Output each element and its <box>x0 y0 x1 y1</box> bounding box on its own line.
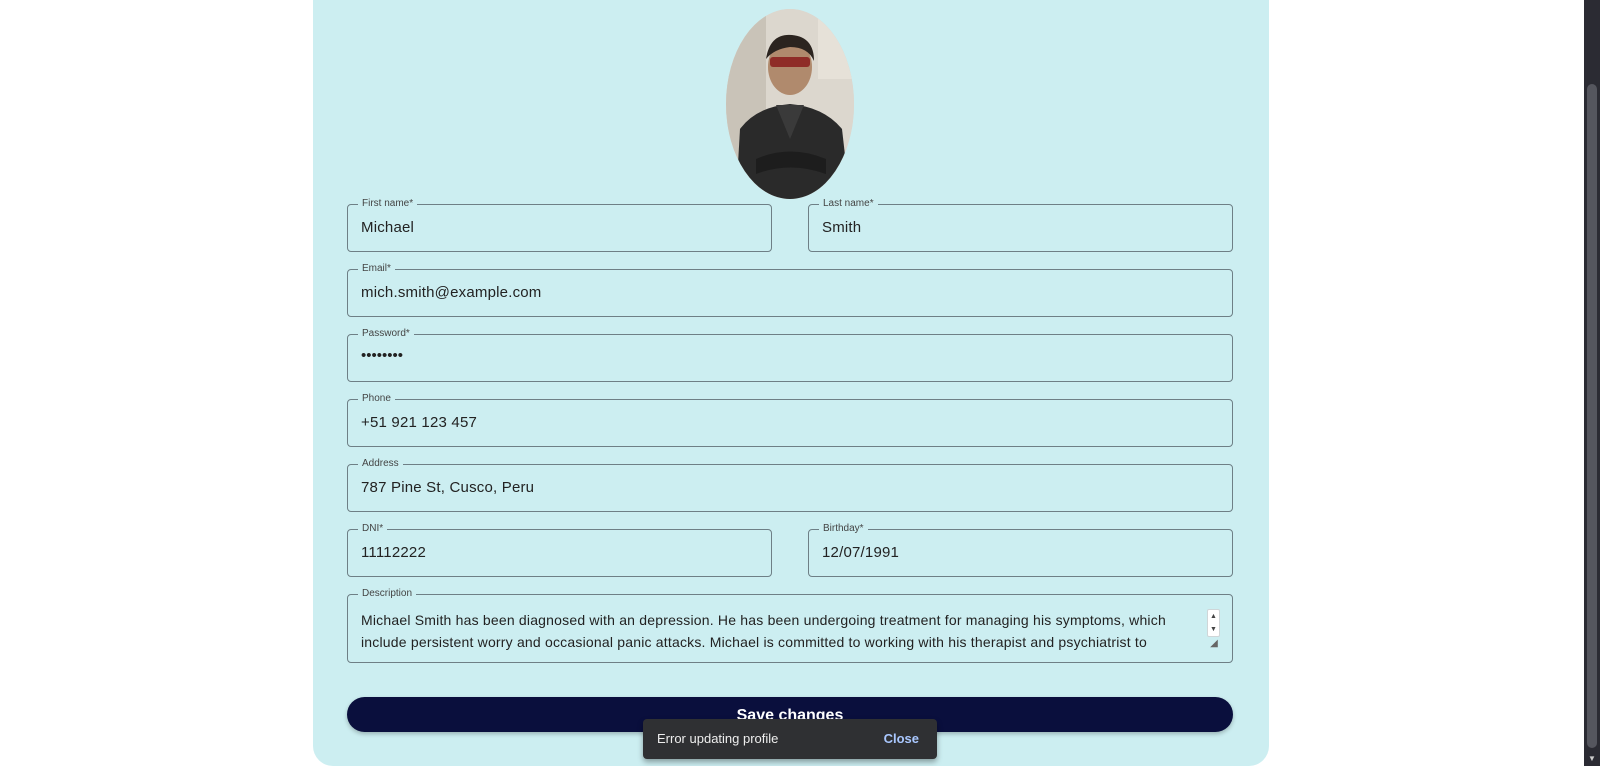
error-snackbar: Error updating profile Close <box>643 719 937 759</box>
profile-avatar[interactable] <box>726 9 854 199</box>
address-field[interactable]: Address 787 Pine St, Cusco, Peru <box>347 458 1233 512</box>
phone-field[interactable]: Phone +51 921 123 457 <box>347 393 1233 447</box>
last-name-value[interactable]: Smith <box>822 219 861 236</box>
password-field[interactable]: Password* •••••••• <box>347 328 1233 382</box>
address-label: Address <box>358 458 403 470</box>
password-label: Password* <box>358 328 414 340</box>
birthday-label: Birthday* <box>819 523 868 535</box>
dni-field[interactable]: DNI* 11112222 <box>347 523 772 577</box>
scrollbar-thumb[interactable] <box>1587 84 1597 748</box>
password-value[interactable]: •••••••• <box>361 347 403 364</box>
dni-label: DNI* <box>358 523 388 535</box>
description-label: Description <box>358 588 417 600</box>
snackbar-close-button[interactable]: Close <box>884 731 919 746</box>
email-label: Email* <box>358 263 395 275</box>
description-field[interactable]: Description Michael Smith has been diagn… <box>347 588 1233 663</box>
description-textarea[interactable]: Michael Smith has been diagnosed with an… <box>361 609 1202 653</box>
first-name-label: First name* <box>358 198 418 210</box>
first-name-value[interactable]: Michael <box>361 219 414 236</box>
resize-handle-icon[interactable]: ◢ <box>1208 638 1220 650</box>
scroll-down-arrow-icon[interactable]: ▼ <box>1587 754 1597 764</box>
address-value[interactable]: 787 Pine St, Cusco, Peru <box>361 479 534 496</box>
first-name-field[interactable]: First name* Michael <box>347 198 772 252</box>
dni-value[interactable]: 11112222 <box>361 544 426 561</box>
textarea-scroll-arrows[interactable]: ▲ ▼ <box>1207 609 1220 637</box>
email-field[interactable]: Email* mich.smith@example.com <box>347 263 1233 317</box>
email-value[interactable]: mich.smith@example.com <box>361 284 542 301</box>
birthday-field[interactable]: Birthday* 12/07/1991 <box>808 523 1233 577</box>
phone-label: Phone <box>358 393 395 405</box>
phone-value[interactable]: +51 921 123 457 <box>361 414 477 431</box>
last-name-label: Last name* <box>819 198 878 210</box>
page-scrollbar[interactable]: ▼ <box>1584 0 1600 766</box>
birthday-value[interactable]: 12/07/1991 <box>822 544 899 561</box>
snackbar-message: Error updating profile <box>657 731 779 746</box>
last-name-field[interactable]: Last name* Smith <box>808 198 1233 252</box>
avatar-photo-icon <box>726 9 854 199</box>
